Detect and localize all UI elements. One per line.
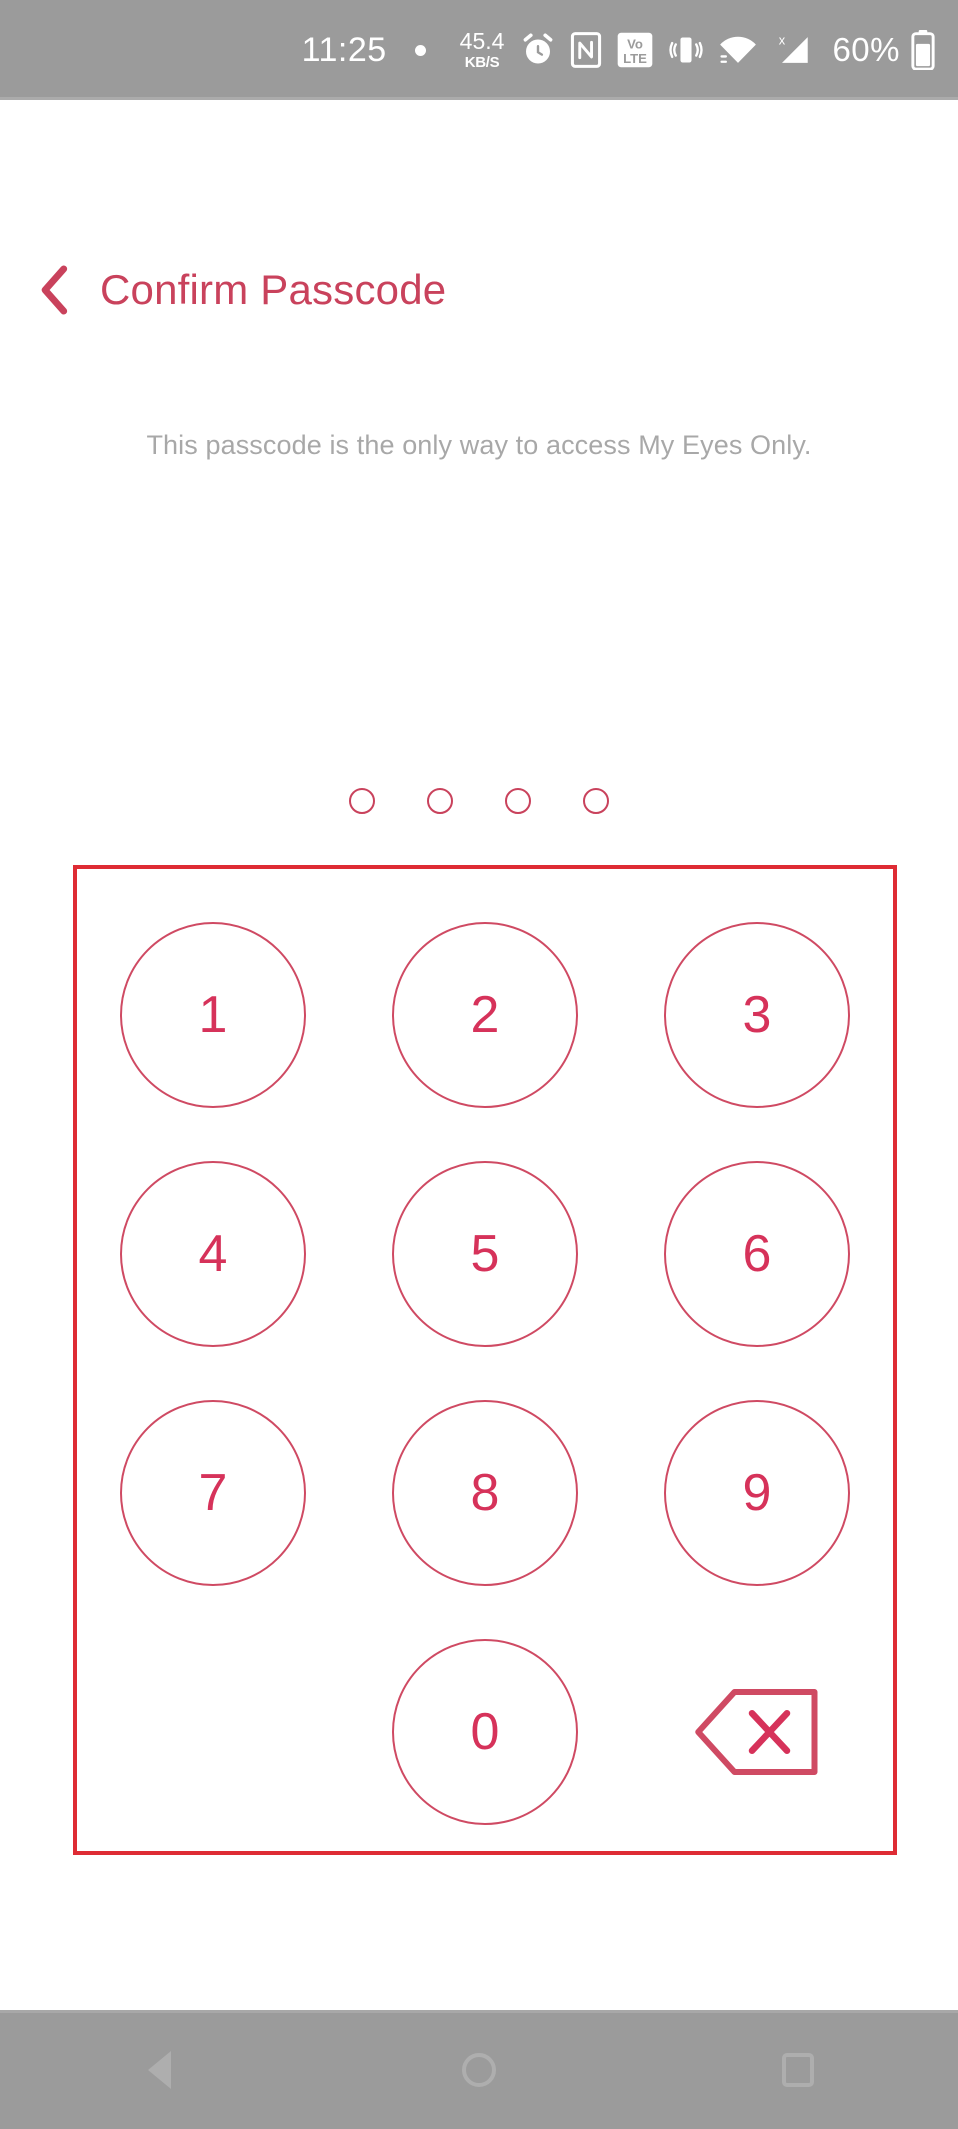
- keypad-cell: 7: [77, 1399, 349, 1586]
- network-speed-indicator: 45.4 KB/S: [459, 28, 505, 71]
- dot-indicator-icon: [414, 44, 426, 56]
- main-content: Confirm Passcode This passcode is the on…: [0, 100, 958, 2010]
- volte-icon: Vo LTE: [616, 32, 654, 68]
- key-0[interactable]: 0: [391, 1638, 578, 1825]
- keypad-cell: [621, 1677, 893, 1787]
- wifi-icon: [718, 32, 758, 68]
- page-header: Confirm Passcode: [0, 255, 958, 325]
- key-3[interactable]: 3: [663, 921, 850, 1108]
- passcode-dot: [349, 788, 375, 814]
- cellular-signal-no-sim-icon: x: [772, 31, 812, 69]
- app-screen: 11:25 45.4 KB/S Vo LTE x 60% Confirm Pas…: [0, 0, 958, 2129]
- android-navigation-bar: [0, 2010, 958, 2129]
- battery-icon: [910, 30, 936, 70]
- svg-text:x: x: [779, 32, 786, 47]
- back-chevron-icon[interactable]: [30, 259, 78, 321]
- status-bar-clock: 11:25: [301, 30, 387, 69]
- keypad-cell: 6: [621, 1160, 893, 1347]
- key-5[interactable]: 5: [391, 1160, 578, 1347]
- key-6[interactable]: 6: [663, 1160, 850, 1347]
- keypad-cell: 0: [349, 1638, 621, 1825]
- key-1[interactable]: 1: [119, 921, 306, 1108]
- svg-text:LTE: LTE: [624, 51, 648, 66]
- keypad-cell: 3: [621, 921, 893, 1108]
- nav-back-icon[interactable]: [100, 2010, 220, 2129]
- keypad-cell-blank: [77, 1639, 349, 1825]
- key-8[interactable]: 8: [391, 1399, 578, 1586]
- passcode-dot: [505, 788, 531, 814]
- passcode-dot: [427, 788, 453, 814]
- key-2[interactable]: 2: [391, 921, 578, 1108]
- vibrate-icon: [668, 32, 704, 68]
- nfc-icon: [570, 32, 602, 68]
- keypad-cell: 5: [349, 1160, 621, 1347]
- passcode-dot: [583, 788, 609, 814]
- key-7[interactable]: 7: [119, 1399, 306, 1586]
- keypad-row: 0: [77, 1612, 893, 1851]
- network-speed-unit: KB/S: [464, 54, 500, 71]
- nav-recents-icon[interactable]: [738, 2010, 858, 2129]
- svg-text:Vo: Vo: [628, 37, 644, 52]
- keypad-row: 1 2 3: [77, 895, 893, 1134]
- battery-percentage-label: 60%: [832, 31, 900, 68]
- numeric-keypad: 1 2 3 4 5 6 7 8 9 0: [73, 865, 897, 1855]
- keypad-row: 7 8 9: [77, 1373, 893, 1612]
- passcode-indicator: [0, 788, 958, 814]
- keypad-row: 4 5 6: [77, 1134, 893, 1373]
- alarm-clock-icon: [520, 32, 556, 68]
- passcode-description: This passcode is the only way to access …: [146, 430, 812, 460]
- nav-home-icon[interactable]: [419, 2010, 539, 2129]
- keypad-cell: 9: [621, 1399, 893, 1586]
- key-9[interactable]: 9: [663, 1399, 850, 1586]
- keypad-cell: 4: [77, 1160, 349, 1347]
- keypad-cell: 2: [349, 921, 621, 1108]
- status-bar: 11:25 45.4 KB/S Vo LTE x 60%: [0, 0, 958, 100]
- keypad-cell: 1: [77, 921, 349, 1108]
- backspace-delete-icon[interactable]: [682, 1677, 832, 1787]
- network-speed-value: 45.4: [459, 28, 505, 54]
- key-4[interactable]: 4: [119, 1160, 306, 1347]
- page-title: Confirm Passcode: [100, 266, 447, 313]
- key-blank: [120, 1639, 306, 1825]
- keypad-cell: 8: [349, 1399, 621, 1586]
